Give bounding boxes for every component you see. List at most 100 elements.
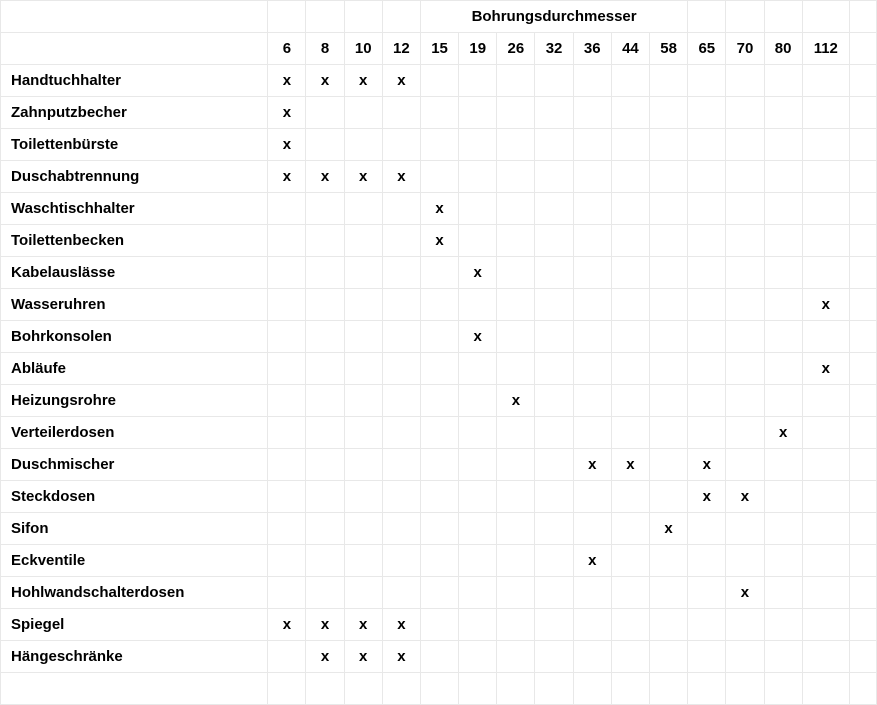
- table-cell: x: [688, 481, 726, 513]
- table-cell: [497, 321, 535, 353]
- column-header: 112: [802, 33, 849, 65]
- table-cell: [497, 449, 535, 481]
- table-cell: [726, 385, 764, 417]
- table-cell: [344, 129, 382, 161]
- table-cell: [535, 513, 573, 545]
- table-cell: [306, 321, 344, 353]
- table-cell: [382, 577, 420, 609]
- column-header: 70: [726, 33, 764, 65]
- table-cell: [611, 257, 649, 289]
- table-cell: [268, 225, 306, 257]
- table-cell: [650, 481, 688, 513]
- table-cell: [268, 577, 306, 609]
- table-cell: [802, 513, 849, 545]
- table-cell: [344, 481, 382, 513]
- table-cell: x: [459, 321, 497, 353]
- table-cell: [268, 449, 306, 481]
- table-cell: [764, 513, 802, 545]
- row-label: Verteilerdosen: [1, 417, 268, 449]
- table-cell: [306, 417, 344, 449]
- table-cell: [650, 257, 688, 289]
- table-cell: [420, 161, 458, 193]
- table-cell: [459, 609, 497, 641]
- table-cell: [459, 577, 497, 609]
- table-cell: [688, 257, 726, 289]
- table-cell: [535, 609, 573, 641]
- table-cell: [573, 225, 611, 257]
- table-cell: x: [306, 609, 344, 641]
- table-cell: [268, 193, 306, 225]
- table-cell: x: [268, 129, 306, 161]
- table-cell: [268, 545, 306, 577]
- table-cell: [573, 641, 611, 673]
- table-cell: [726, 289, 764, 321]
- table-cell: [535, 385, 573, 417]
- table-cell: x: [382, 609, 420, 641]
- table-cell: [420, 321, 458, 353]
- row-label: Spiegel: [1, 609, 268, 641]
- table-cell: [344, 225, 382, 257]
- table-cell: [382, 321, 420, 353]
- table-cell: [382, 481, 420, 513]
- table-cell: [726, 417, 764, 449]
- table-cell: [650, 353, 688, 385]
- table-cell: [344, 353, 382, 385]
- table-cell: [459, 65, 497, 97]
- table-cell: [535, 417, 573, 449]
- table-cell: x: [268, 65, 306, 97]
- table-cell: [306, 385, 344, 417]
- table-cell: [573, 289, 611, 321]
- column-header: 32: [535, 33, 573, 65]
- row-label: Zahnputzbecher: [1, 97, 268, 129]
- table-cell: [573, 321, 611, 353]
- table-cell: [650, 289, 688, 321]
- column-header: 12: [382, 33, 420, 65]
- table-cell: [688, 641, 726, 673]
- table-cell: [802, 225, 849, 257]
- row-label: Abläufe: [1, 353, 268, 385]
- table-cell: [573, 65, 611, 97]
- table-cell: [535, 97, 573, 129]
- table-cell: [306, 289, 344, 321]
- table-cell: [420, 481, 458, 513]
- table-cell: x: [306, 641, 344, 673]
- column-header: 10: [344, 33, 382, 65]
- table-cell: [764, 193, 802, 225]
- table-cell: [688, 193, 726, 225]
- table-cell: [382, 385, 420, 417]
- table-cell: [688, 545, 726, 577]
- table-cell: [650, 129, 688, 161]
- table-cell: [535, 225, 573, 257]
- table-cell: [459, 481, 497, 513]
- table-cell: [573, 97, 611, 129]
- table-cell: [573, 577, 611, 609]
- row-label: Toilettenbürste: [1, 129, 268, 161]
- table-cell: [802, 65, 849, 97]
- row-label: Heizungsrohre: [1, 385, 268, 417]
- table-cell: [573, 385, 611, 417]
- table-cell: [535, 353, 573, 385]
- table-cell: [535, 641, 573, 673]
- table-cell: x: [573, 545, 611, 577]
- table-cell: [611, 193, 649, 225]
- table-cell: [268, 289, 306, 321]
- table-cell: [764, 321, 802, 353]
- table-cell: [535, 321, 573, 353]
- row-label: Hängeschränke: [1, 641, 268, 673]
- table-cell: [306, 225, 344, 257]
- table-cell: [535, 481, 573, 513]
- table-cell: [497, 481, 535, 513]
- table-cell: [611, 225, 649, 257]
- table-cell: [726, 161, 764, 193]
- table-cell: [382, 129, 420, 161]
- table-cell: [268, 353, 306, 385]
- table-cell: [420, 641, 458, 673]
- table-cell: [306, 353, 344, 385]
- table-cell: [535, 257, 573, 289]
- table-cell: [764, 289, 802, 321]
- column-header: 58: [650, 33, 688, 65]
- table-cell: [306, 97, 344, 129]
- table-cell: [650, 65, 688, 97]
- table-cell: [306, 193, 344, 225]
- table-cell: [611, 513, 649, 545]
